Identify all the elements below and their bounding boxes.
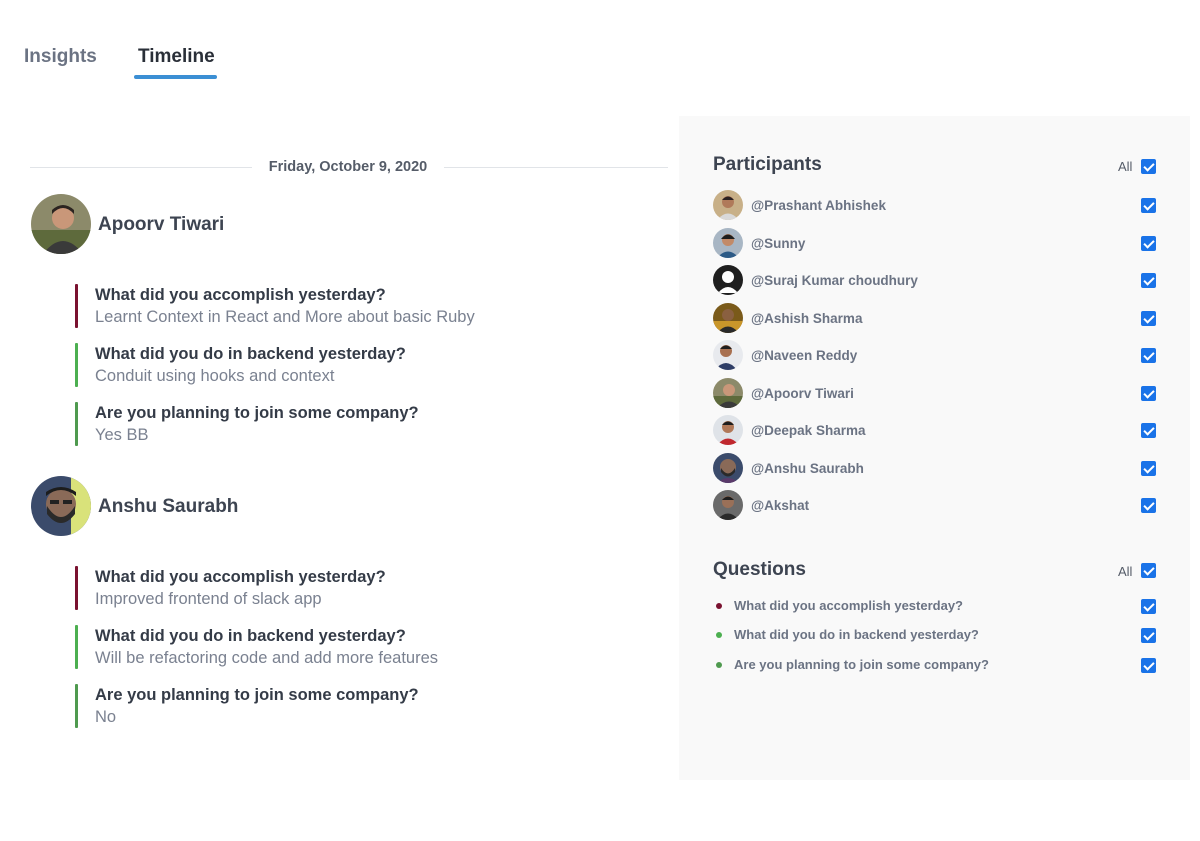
participant-row: @Apoorv Tiwari bbox=[713, 378, 1163, 408]
answer-list: What did you accomplish yesterday? Impro… bbox=[75, 566, 635, 743]
participant-row: @Prashant Abhishek bbox=[713, 190, 1163, 220]
avatar bbox=[31, 194, 91, 254]
timeline-feed: Friday, October 9, 2020 Apoorv Tiwari Wh… bbox=[30, 150, 670, 728]
participant-checkbox[interactable] bbox=[1141, 498, 1156, 513]
question-filter-label: What did you accomplish yesterday? bbox=[734, 598, 963, 613]
participant-checkbox[interactable] bbox=[1141, 311, 1156, 326]
question-color-dot bbox=[716, 662, 722, 668]
question-color-bar bbox=[75, 284, 78, 328]
avatar bbox=[713, 228, 743, 258]
answer-text: Improved frontend of slack app bbox=[95, 590, 322, 608]
participant-handle: @Suraj Kumar choudhury bbox=[751, 273, 918, 288]
participant-checkbox[interactable] bbox=[1141, 461, 1156, 476]
answer-item: Are you planning to join some company? Y… bbox=[75, 402, 635, 461]
entry-author-name[interactable]: Anshu Saurabh bbox=[98, 496, 238, 518]
answer-item: What did you accomplish yesterday? Learn… bbox=[75, 284, 635, 343]
question-filter-row: What did you accomplish yesterday? bbox=[713, 596, 1163, 616]
divider-line bbox=[30, 167, 252, 168]
participant-checkbox[interactable] bbox=[1141, 386, 1156, 401]
question-filter-row: Are you planning to join some company? bbox=[713, 655, 1163, 675]
participant-checkbox[interactable] bbox=[1141, 236, 1156, 251]
answer-question: Are you planning to join some company? bbox=[95, 404, 419, 422]
timeline-entry: Apoorv Tiwari What did you accomplish ye… bbox=[30, 194, 670, 446]
participant-handle: @Prashant Abhishek bbox=[751, 198, 886, 213]
participant-handle: @Anshu Saurabh bbox=[751, 461, 864, 476]
answer-text: Will be refactoring code and add more fe… bbox=[95, 649, 439, 667]
question-color-bar bbox=[75, 402, 78, 446]
answer-text: Conduit using hooks and context bbox=[95, 367, 335, 385]
avatar bbox=[713, 265, 743, 295]
participant-row: @Deepak Sharma bbox=[713, 415, 1163, 445]
answer-question: What did you do in backend yesterday? bbox=[95, 627, 406, 645]
filter-panel: Participants All @Prashant Abhishek @Sun… bbox=[679, 116, 1190, 780]
avatar bbox=[713, 378, 743, 408]
question-checkbox[interactable] bbox=[1141, 599, 1156, 614]
date-divider: Friday, October 9, 2020 bbox=[30, 150, 670, 186]
question-filter-row: What did you do in backend yesterday? bbox=[713, 625, 1163, 645]
answer-item: What did you accomplish yesterday? Impro… bbox=[75, 566, 635, 625]
tab-insights[interactable]: Insights bbox=[24, 46, 97, 68]
question-color-bar bbox=[75, 343, 78, 387]
participants-all-label: All bbox=[1118, 159, 1133, 174]
avatar bbox=[31, 476, 91, 536]
participant-handle: @Sunny bbox=[751, 236, 806, 251]
answer-question: What did you accomplish yesterday? bbox=[95, 286, 386, 304]
participant-checkbox[interactable] bbox=[1141, 348, 1156, 363]
answer-item: Are you planning to join some company? N… bbox=[75, 684, 635, 743]
answer-list: What did you accomplish yesterday? Learn… bbox=[75, 284, 635, 461]
answer-item: What did you do in backend yesterday? Co… bbox=[75, 343, 635, 402]
avatar bbox=[713, 340, 743, 370]
answer-text: Learnt Context in React and More about b… bbox=[95, 308, 475, 326]
question-color-dot bbox=[716, 603, 722, 609]
participant-row: @Suraj Kumar choudhury bbox=[713, 265, 1163, 295]
question-filter-label: Are you planning to join some company? bbox=[734, 657, 989, 672]
divider-line bbox=[444, 167, 668, 168]
participant-row: @Naveen Reddy bbox=[713, 340, 1163, 370]
answer-text: Yes BB bbox=[95, 426, 149, 444]
avatar bbox=[713, 415, 743, 445]
question-color-bar bbox=[75, 625, 78, 669]
timeline-entry: Anshu Saurabh What did you accomplish ye… bbox=[30, 476, 670, 728]
question-filter-label: What did you do in backend yesterday? bbox=[734, 627, 979, 642]
timeline-date: Friday, October 9, 2020 bbox=[268, 159, 428, 175]
questions-all-label: All bbox=[1118, 564, 1133, 579]
answer-item: What did you do in backend yesterday? Wi… bbox=[75, 625, 635, 684]
participant-row: @Ashish Sharma bbox=[713, 303, 1163, 333]
participant-row: @Akshat bbox=[713, 490, 1163, 520]
entry-author-name[interactable]: Apoorv Tiwari bbox=[98, 214, 224, 236]
participant-row: @Sunny bbox=[713, 228, 1163, 258]
participant-row: @Anshu Saurabh bbox=[713, 453, 1163, 483]
questions-select-all-checkbox[interactable] bbox=[1141, 563, 1156, 578]
tab-timeline[interactable]: Timeline bbox=[138, 46, 215, 68]
avatar bbox=[713, 303, 743, 333]
participant-handle: @Ashish Sharma bbox=[751, 311, 863, 326]
participant-handle: @Naveen Reddy bbox=[751, 348, 858, 363]
participant-handle: @Deepak Sharma bbox=[751, 423, 866, 438]
answer-text: No bbox=[95, 708, 117, 726]
participant-checkbox[interactable] bbox=[1141, 273, 1156, 288]
participant-checkbox[interactable] bbox=[1141, 198, 1156, 213]
avatar bbox=[713, 490, 743, 520]
answer-question: Are you planning to join some company? bbox=[95, 686, 419, 704]
participant-handle: @Akshat bbox=[751, 498, 810, 513]
participants-select-all-checkbox[interactable] bbox=[1141, 159, 1156, 174]
avatar bbox=[713, 190, 743, 220]
participant-handle: @Apoorv Tiwari bbox=[751, 386, 854, 401]
answer-question: What did you accomplish yesterday? bbox=[95, 568, 386, 586]
question-color-bar bbox=[75, 684, 78, 728]
question-color-dot bbox=[716, 632, 722, 638]
participants-title: Participants bbox=[713, 154, 822, 175]
question-checkbox[interactable] bbox=[1141, 658, 1156, 673]
entry-header: Apoorv Tiwari bbox=[30, 194, 670, 254]
active-tab-indicator bbox=[134, 75, 217, 79]
question-color-bar bbox=[75, 566, 78, 610]
entry-header: Anshu Saurabh bbox=[30, 476, 670, 536]
questions-title: Questions bbox=[713, 559, 806, 580]
participant-checkbox[interactable] bbox=[1141, 423, 1156, 438]
avatar bbox=[713, 453, 743, 483]
question-checkbox[interactable] bbox=[1141, 628, 1156, 643]
answer-question: What did you do in backend yesterday? bbox=[95, 345, 406, 363]
